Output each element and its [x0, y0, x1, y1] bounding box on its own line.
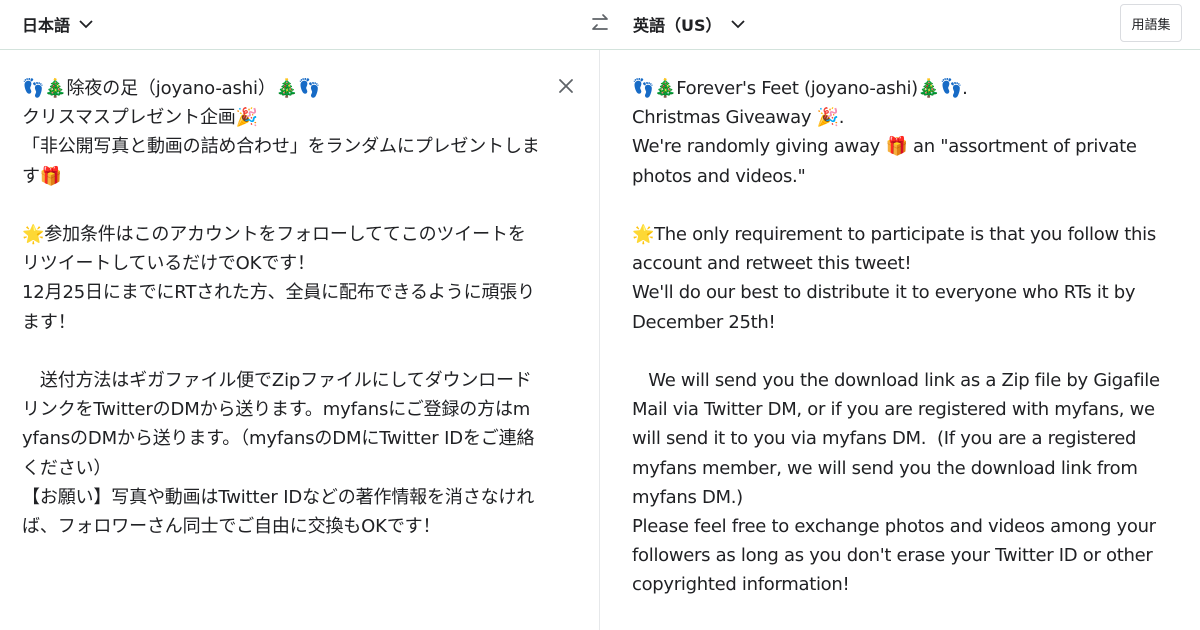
language-toolbar: 日本語 英語（US） 用語集 [0, 0, 1200, 50]
source-language-selector[interactable]: 日本語 [22, 12, 94, 36]
translation-output: 👣🎄Forever's Feet (joyano-ashi)🎄👣. Christ… [632, 78, 1160, 596]
source-text-input[interactable]: 👣🎄除夜の足（joyano-ashi）🎄👣 クリスマスプレゼント企画🎉 「非公開… [22, 74, 540, 541]
glossary-button[interactable]: 用語集 [1120, 4, 1182, 42]
chevron-down-icon [730, 20, 745, 29]
source-language-label: 日本語 [22, 16, 71, 35]
target-language-label: 英語（US） [633, 16, 722, 35]
swap-languages-icon[interactable] [588, 12, 612, 36]
pane-divider [599, 50, 600, 630]
close-icon[interactable] [556, 76, 576, 96]
chevron-down-icon [79, 20, 93, 29]
target-language-selector[interactable]: 英語（US） [633, 12, 746, 36]
